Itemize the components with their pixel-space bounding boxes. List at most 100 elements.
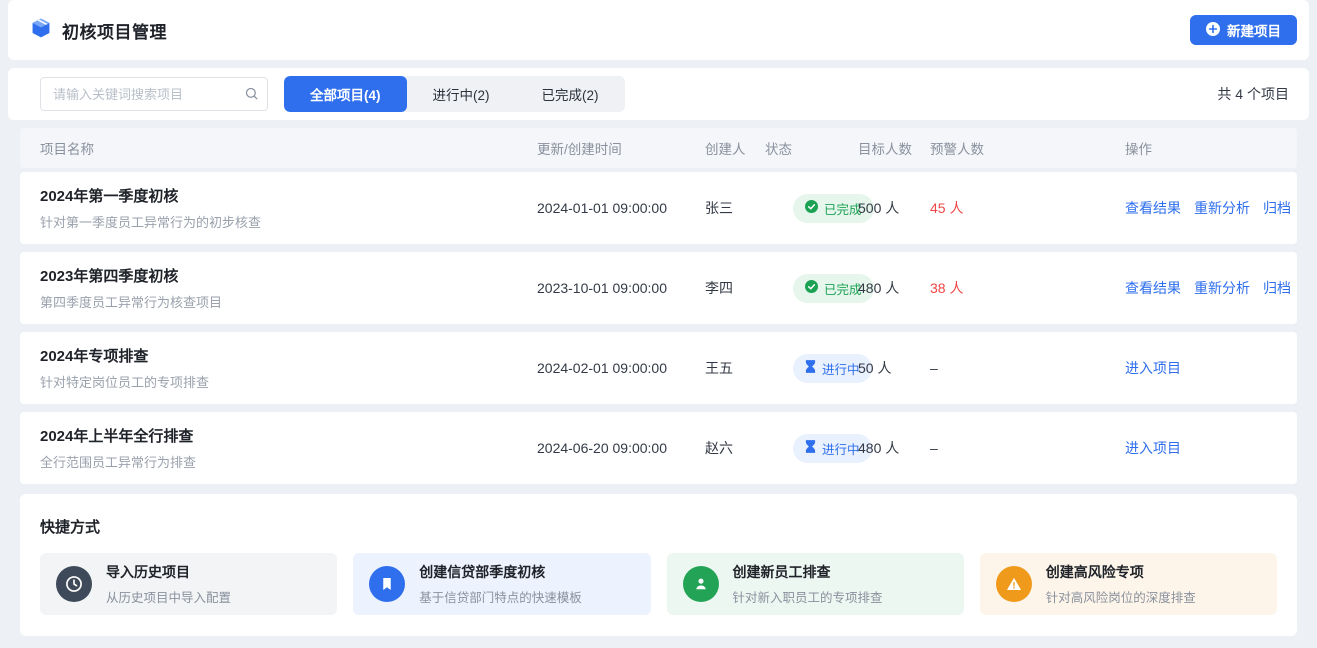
- user-icon: [683, 566, 719, 602]
- shortcuts-panel: 快捷方式 导入历史项目 从历史项目中导入配置 创建信贷部季度初核: [20, 494, 1297, 636]
- reanalyze-link[interactable]: 重新分析: [1194, 198, 1250, 218]
- bookmark-icon: [369, 566, 405, 602]
- hourglass-icon: [805, 360, 816, 376]
- project-actions: 进入项目: [1125, 358, 1277, 378]
- reanalyze-link[interactable]: 重新分析: [1194, 278, 1250, 298]
- warning-triangle-icon: [996, 566, 1032, 602]
- table-row: 2024年上半年全行排查 全行范围员工异常行为排查 2024-06-20 09:…: [20, 412, 1297, 484]
- shortcut-high-risk-special[interactable]: 创建高风险专项 针对高风险岗位的深度排查: [980, 553, 1277, 615]
- column-header-warning-count: 预警人数: [930, 138, 1125, 158]
- project-time: 2023-10-01 09:00:00: [537, 280, 705, 296]
- page: 初核项目管理 新建项目 全部项目(4) 进行中(2) 已完成(2: [0, 0, 1317, 648]
- project-name-cell: 2024年上半年全行排查 全行范围员工异常行为排查: [40, 425, 537, 471]
- project-status-cell: 已完成: [765, 274, 858, 303]
- project-status-cell: 已完成: [765, 194, 858, 223]
- project-target-count: 480 人: [858, 278, 930, 298]
- project-actions: 查看结果 重新分析 归档: [1125, 278, 1291, 298]
- column-header-creator: 创建人: [705, 138, 765, 158]
- project-warning-count: 38 人: [930, 278, 1125, 298]
- shortcut-title: 创建信贷部季度初核: [419, 562, 582, 582]
- project-count: 共 4 个项目: [1217, 84, 1289, 104]
- shortcut-description: 基于信贷部门特点的快速模板: [419, 587, 582, 606]
- table-row: 2024年专项排查 针对特定岗位员工的专项排查 2024-02-01 09:00…: [20, 332, 1297, 404]
- archive-link[interactable]: 归档: [1263, 278, 1291, 298]
- shortcuts-title: 快捷方式: [40, 516, 1277, 537]
- clock-icon: [56, 566, 92, 602]
- project-description: 全行范围员工异常行为排查: [40, 452, 537, 471]
- project-warning-count: 45 人: [930, 198, 1125, 218]
- project-target-count: 500 人: [858, 198, 930, 218]
- tab-all-projects[interactable]: 全部项目(4): [284, 76, 407, 112]
- project-warning-count: –: [930, 440, 1125, 456]
- project-target-count: 50 人: [858, 358, 930, 378]
- project-time: 2024-01-01 09:00:00: [537, 200, 705, 216]
- shortcut-title: 创建新员工排查: [733, 562, 883, 582]
- enter-project-link[interactable]: 进入项目: [1125, 358, 1181, 378]
- shortcut-text: 创建高风险专项 针对高风险岗位的深度排查: [1046, 562, 1196, 606]
- enter-project-link[interactable]: 进入项目: [1125, 438, 1181, 458]
- status-label: 已完成: [824, 279, 862, 298]
- shortcut-text: 导入历史项目 从历史项目中导入配置: [106, 562, 231, 606]
- shortcut-title: 创建高风险专项: [1046, 562, 1196, 582]
- project-name-cell: 2023年第四季度初核 第四季度员工异常行为核查项目: [40, 265, 537, 311]
- status-label: 已完成: [824, 199, 862, 218]
- project-creator: 张三: [705, 198, 765, 218]
- view-results-link[interactable]: 查看结果: [1125, 198, 1181, 218]
- project-description: 针对第一季度员工异常行为的初步核查: [40, 212, 537, 231]
- column-header-project-name: 项目名称: [40, 138, 537, 158]
- column-header-status: 状态: [765, 138, 858, 158]
- table-row: 2023年第四季度初核 第四季度员工异常行为核查项目 2023-10-01 09…: [20, 252, 1297, 324]
- project-description: 针对特定岗位员工的专项排查: [40, 372, 537, 391]
- archive-link[interactable]: 归档: [1263, 198, 1291, 218]
- column-header-time: 更新/创建时间: [537, 138, 705, 158]
- search-input[interactable]: [40, 77, 268, 111]
- new-project-button[interactable]: 新建项目: [1190, 15, 1297, 45]
- project-actions: 进入项目: [1125, 438, 1277, 458]
- project-name-cell: 2024年专项排查 针对特定岗位员工的专项排查: [40, 345, 537, 391]
- shortcut-cards: 导入历史项目 从历史项目中导入配置 创建信贷部季度初核 基于信贷部门特点的快速模…: [40, 553, 1277, 615]
- shortcut-text: 创建新员工排查 针对新入职员工的专项排查: [733, 562, 883, 606]
- project-description: 第四季度员工异常行为核查项目: [40, 292, 537, 311]
- project-creator: 李四: [705, 278, 765, 298]
- table-header: 项目名称 更新/创建时间 创建人 状态 目标人数 预警人数 操作: [20, 128, 1297, 168]
- search-icon[interactable]: [244, 86, 259, 101]
- search-box: [40, 77, 268, 111]
- shortcut-title: 导入历史项目: [106, 562, 231, 582]
- project-status-cell: 进行中: [765, 434, 858, 463]
- tab-completed[interactable]: 已完成(2): [516, 76, 625, 112]
- project-name: 2024年专项排查: [40, 345, 537, 366]
- project-name: 2024年上半年全行排查: [40, 425, 537, 446]
- status-label: 进行中: [822, 439, 860, 458]
- project-actions: 查看结果 重新分析 归档: [1125, 198, 1291, 218]
- shortcut-new-employee-screening[interactable]: 创建新员工排查 针对新入职员工的专项排查: [667, 553, 964, 615]
- shortcut-description: 针对高风险岗位的深度排查: [1046, 587, 1196, 606]
- column-header-target-count: 目标人数: [858, 138, 930, 158]
- view-results-link[interactable]: 查看结果: [1125, 278, 1181, 298]
- cube-icon: [30, 17, 52, 44]
- shortcut-description: 从历史项目中导入配置: [106, 587, 231, 606]
- column-header-actions: 操作: [1125, 138, 1277, 158]
- shortcut-import-history[interactable]: 导入历史项目 从历史项目中导入配置: [40, 553, 337, 615]
- status-label: 进行中: [822, 359, 860, 378]
- project-creator: 赵六: [705, 438, 765, 458]
- shortcut-description: 针对新入职员工的专项排查: [733, 587, 883, 606]
- project-creator: 王五: [705, 358, 765, 378]
- project-status-cell: 进行中: [765, 354, 858, 383]
- tab-in-progress[interactable]: 进行中(2): [407, 76, 516, 112]
- plus-circle-icon: [1206, 22, 1220, 39]
- project-target-count: 480 人: [858, 438, 930, 458]
- hourglass-icon: [805, 440, 816, 456]
- project-name: 2024年第一季度初核: [40, 185, 537, 206]
- project-name: 2023年第四季度初核: [40, 265, 537, 286]
- project-time: 2024-06-20 09:00:00: [537, 440, 705, 456]
- project-name-cell: 2024年第一季度初核 针对第一季度员工异常行为的初步核查: [40, 185, 537, 231]
- project-time: 2024-02-01 09:00:00: [537, 360, 705, 376]
- toolbar: 全部项目(4) 进行中(2) 已完成(2) 共 4 个项目: [8, 68, 1309, 120]
- page-title: 初核项目管理: [62, 18, 167, 43]
- page-title-group: 初核项目管理: [30, 17, 167, 44]
- project-warning-count: –: [930, 360, 1125, 376]
- shortcut-text: 创建信贷部季度初核 基于信贷部门特点的快速模板: [419, 562, 582, 606]
- shortcut-credit-dept-review[interactable]: 创建信贷部季度初核 基于信贷部门特点的快速模板: [353, 553, 650, 615]
- table-row: 2024年第一季度初核 针对第一季度员工异常行为的初步核查 2024-01-01…: [20, 172, 1297, 244]
- filter-tabs: 全部项目(4) 进行中(2) 已完成(2): [284, 76, 625, 112]
